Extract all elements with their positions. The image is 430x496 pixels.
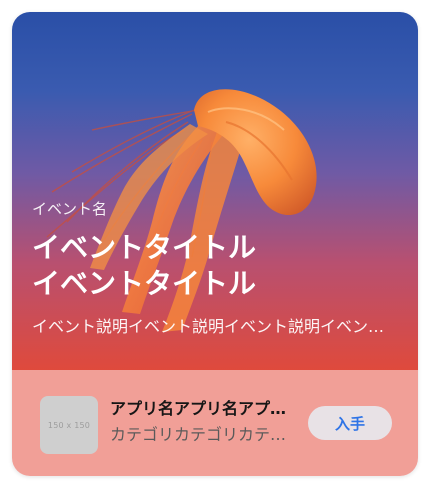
app-footer: 150 x 150 アプリ名アプリ名アプリ名 カテゴリカテゴリカテゴリ 入手 [12,370,418,476]
page: イベント名 イベントタイトル イベントタイトル イベント説明イベント説明イベント… [0,0,430,496]
event-text-block: イベント名 イベントタイトル イベントタイトル イベント説明イベント説明イベント… [32,198,400,338]
event-card[interactable]: イベント名 イベントタイトル イベントタイトル イベント説明イベント説明イベント… [12,12,418,476]
app-icon-placeholder: 150 x 150 [40,396,98,454]
app-icon-placeholder-text: 150 x 150 [47,420,91,430]
app-category: カテゴリカテゴリカテゴリ [110,425,288,444]
app-name: アプリ名アプリ名アプリ名 [110,399,288,418]
event-title-line-1: イベントタイトル [32,231,257,264]
event-title-line-2: イベントタイトル [32,267,257,300]
get-button[interactable]: 入手 [308,406,392,440]
event-description: イベント説明イベント説明イベント説明イベント説明 [32,317,400,336]
event-subtitle: イベント名 [32,200,108,218]
event-hero: イベント名 イベントタイトル イベントタイトル イベント説明イベント説明イベント… [12,12,418,370]
